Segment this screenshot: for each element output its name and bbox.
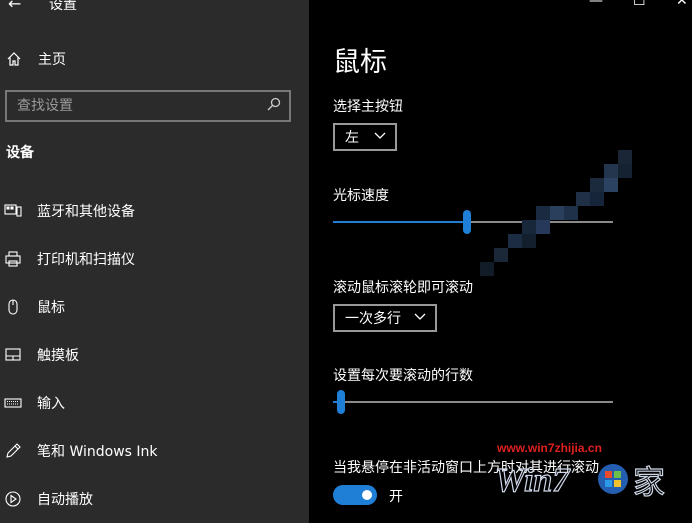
svg-text:Win7: Win7 (495, 462, 571, 499)
close-button[interactable]: ✕ (676, 0, 688, 9)
sidebar-item-label: 笔和 Windows Ink (37, 444, 158, 460)
touchpad-icon (5, 348, 21, 361)
toggle-knob (362, 490, 372, 500)
sidebar-item-label: 触摸板 (37, 348, 79, 364)
home-icon (7, 52, 21, 66)
sidebar-item-printers[interactable]: 打印机和扫描仪 (4, 247, 304, 271)
back-arrow-icon[interactable]: ← (8, 0, 21, 13)
keyboard-icon (4, 398, 22, 408)
primary-button-value: 左 (345, 130, 359, 146)
cursor-speed-label: 光标速度 (333, 188, 389, 204)
autoplay-icon (5, 491, 21, 507)
slider-thumb[interactable] (337, 390, 345, 414)
chevron-down-icon (374, 132, 386, 139)
scroll-mode-value: 一次多行 (345, 311, 401, 327)
home-nav-item[interactable]: 主页 (6, 48, 66, 70)
svg-text:家: 家 (633, 463, 665, 501)
win7zhijia-logo: Win7 家 (495, 461, 666, 501)
pen-icon (6, 443, 21, 458)
sidebar-item-typing[interactable]: 输入 (4, 391, 304, 415)
toggle-state-label: 开 (389, 489, 403, 505)
search-icon[interactable] (267, 97, 281, 111)
sidebar-item-touchpad[interactable]: 触摸板 (4, 343, 304, 367)
sidebar-item-autoplay[interactable]: 自动播放 (4, 487, 304, 511)
primary-button-label: 选择主按钮 (333, 99, 403, 115)
chevron-down-icon (414, 313, 426, 320)
printer-icon (5, 251, 21, 267)
sidebar-item-label: 输入 (37, 396, 65, 412)
pixelated-artifact (480, 150, 632, 276)
slider-fill (333, 221, 467, 223)
lines-slider[interactable] (333, 390, 613, 414)
primary-button-dropdown[interactable]: 左 (333, 123, 397, 151)
mouse-icon (8, 299, 18, 315)
sidebar-item-pen[interactable]: 笔和 Windows Ink (4, 439, 304, 463)
scroll-mode-dropdown[interactable]: 一次多行 (333, 304, 437, 332)
sidebar-item-mouse[interactable]: 鼠标 (4, 295, 304, 319)
search-input[interactable] (15, 95, 259, 117)
section-title: 设备 (6, 145, 34, 161)
sidebar-item-label: 自动播放 (37, 492, 93, 508)
maximize-button[interactable]: ☐ (633, 0, 646, 9)
search-box[interactable] (5, 90, 291, 122)
sidebar-item-label: 蓝牙和其他设备 (37, 204, 135, 220)
page-title: 鼠标 (333, 47, 387, 78)
lines-label: 设置每次要滚动的行数 (333, 368, 473, 384)
title-bar: ← 设置 — ☐ ✕ (0, 0, 692, 14)
scroll-label: 滚动鼠标滚轮即可滚动 (333, 280, 473, 296)
home-label: 主页 (38, 52, 66, 68)
bluetooth-devices-icon (4, 204, 22, 217)
minimize-button[interactable]: — (589, 0, 603, 9)
sidebar-item-label: 鼠标 (37, 300, 65, 316)
sidebar-item-label: 打印机和扫描仪 (37, 252, 135, 268)
inactive-scroll-toggle[interactable] (333, 485, 377, 505)
slider-thumb[interactable] (463, 210, 471, 234)
slider-track (333, 401, 613, 403)
window-title: 设置 (49, 0, 77, 13)
sidebar-item-bluetooth[interactable]: 蓝牙和其他设备 (4, 199, 304, 223)
